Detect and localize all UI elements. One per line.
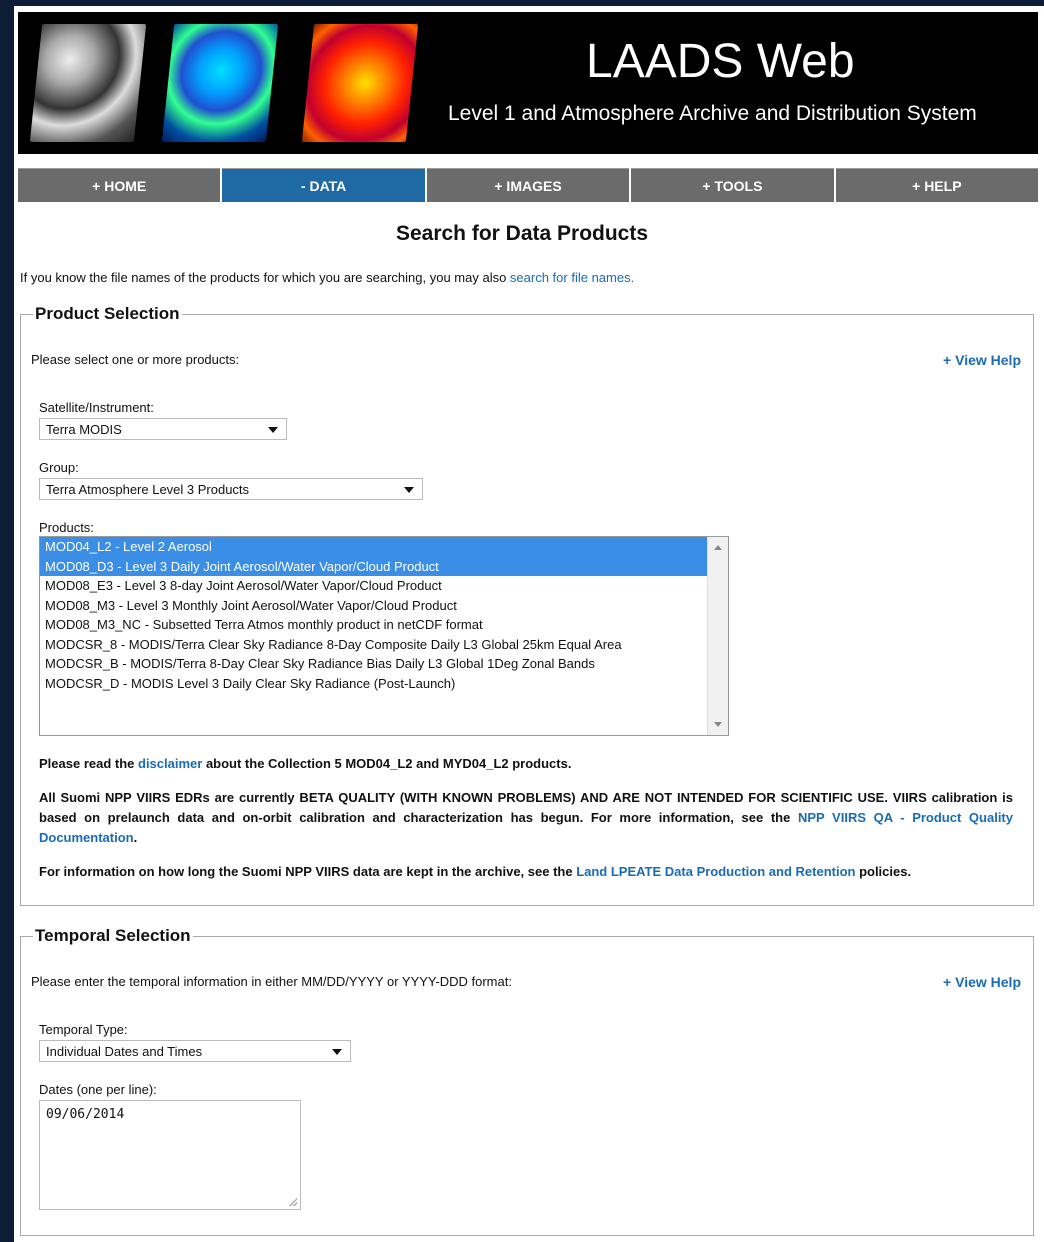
temporal-type-label: Temporal Type: [39,1022,128,1037]
chevron-down-icon [404,487,414,493]
product-option[interactable]: MOD04_L2 - Level 2 Aerosol [40,537,728,557]
satellite-image-grayscale [29,24,147,142]
temporal-selection-section: Temporal Selection Please enter the temp… [20,926,1034,1236]
product-option[interactable]: MODCSR_8 - MODIS/Terra Clear Sky Radianc… [40,635,728,655]
product-selection-section: Product Selection Please select one or m… [20,304,1034,906]
disclaimer-pre: Please read the [39,756,138,771]
retention-note-post: policies. [855,864,912,879]
intro-text: If you know the file names of the produc… [20,270,634,285]
satellite-select[interactable]: Terra MODIS [39,418,287,440]
disclaimer-link[interactable]: disclaimer [138,756,202,771]
scroll-down-icon[interactable] [714,722,722,727]
product-selection-legend: Product Selection [35,304,180,323]
retention-note-pre: For information on how long the Suomi NP… [39,864,577,879]
nav-help[interactable]: + HELP [835,168,1039,202]
product-option[interactable]: MOD08_E3 - Level 3 8-day Joint Aerosol/W… [40,576,728,596]
disclaimer-note: Please read the disclaimer about the Col… [39,754,1019,774]
temporal-type-value: Individual Dates and Times [46,1043,203,1059]
site-title: LAADS Web [586,35,855,88]
dates-textarea[interactable]: 09/06/2014 [39,1100,301,1210]
page-title: Search for Data Products [395,222,649,245]
land-lpeate-link[interactable]: Land LPEATE Data Production and Retentio… [576,864,855,879]
retention-note: For information on how long the Suomi NP… [39,862,1013,882]
intro-text-body: If you know the file names of the produc… [20,270,510,285]
chevron-down-icon [332,1049,342,1055]
satellite-select-value: Terra MODIS [46,421,122,437]
main-nav: + HOME - DATA + IMAGES + TOOLS + HELP [18,168,1039,202]
banner: LAADS Web Level 1 and Atmosphere Archive… [18,12,1038,154]
dates-value: 09/06/2014 [46,1107,125,1122]
resize-grip-icon[interactable] [289,1198,297,1206]
group-label: Group: [39,460,79,475]
product-option[interactable]: MODCSR_B - MODIS/Terra 8-Day Clear Sky R… [40,654,728,674]
viirs-note-post: . [133,830,138,845]
products-label: Products: [39,520,94,535]
temporal-instruction: Please enter the temporal information in… [31,974,512,989]
group-select[interactable]: Terra Atmosphere Level 3 Products [39,478,423,500]
satellite-label: Satellite/Instrument: [39,400,154,415]
disclaimer-post: about the Collection 5 MOD04_L2 and MYD0… [202,756,572,771]
dates-label: Dates (one per line): [39,1082,157,1097]
product-instruction: Please select one or more products: [31,352,240,367]
nav-tools[interactable]: + TOOLS [631,168,834,202]
listbox-scrollbar[interactable] [707,537,728,735]
site-subtitle: Level 1 and Atmosphere Archive and Distr… [448,102,977,125]
temporal-view-help-link[interactable]: + View Help [943,974,1021,990]
scroll-up-icon[interactable] [714,545,722,550]
product-option[interactable]: MOD08_M3_NC - Subsetted Terra Atmos mont… [40,615,728,635]
satellite-image-red [301,24,419,142]
temporal-selection-legend: Temporal Selection [35,926,191,945]
satellite-image-blue [161,24,279,142]
product-option[interactable]: MODCSR_D - MODIS Level 3 Daily Clear Sky… [40,674,728,694]
products-listbox[interactable]: MOD04_L2 - Level 2 Aerosol MOD08_D3 - Le… [39,536,729,736]
nav-home[interactable]: + HOME [18,168,221,202]
nav-images[interactable]: + IMAGES [426,168,630,202]
product-option[interactable]: MOD08_D3 - Level 3 Daily Joint Aerosol/W… [40,556,728,576]
group-select-value: Terra Atmosphere Level 3 Products [46,481,250,497]
product-view-help-link[interactable]: + View Help [943,352,1021,368]
nav-data[interactable]: - DATA [222,168,425,202]
temporal-type-select[interactable]: Individual Dates and Times [39,1040,351,1062]
chevron-down-icon [268,427,278,433]
search-file-names-link[interactable]: search for file names. [510,270,634,285]
viirs-note: All Suomi NPP VIIRS EDRs are currently B… [39,788,1013,848]
product-option[interactable]: MOD08_M3 - Level 3 Monthly Joint Aerosol… [40,596,728,616]
